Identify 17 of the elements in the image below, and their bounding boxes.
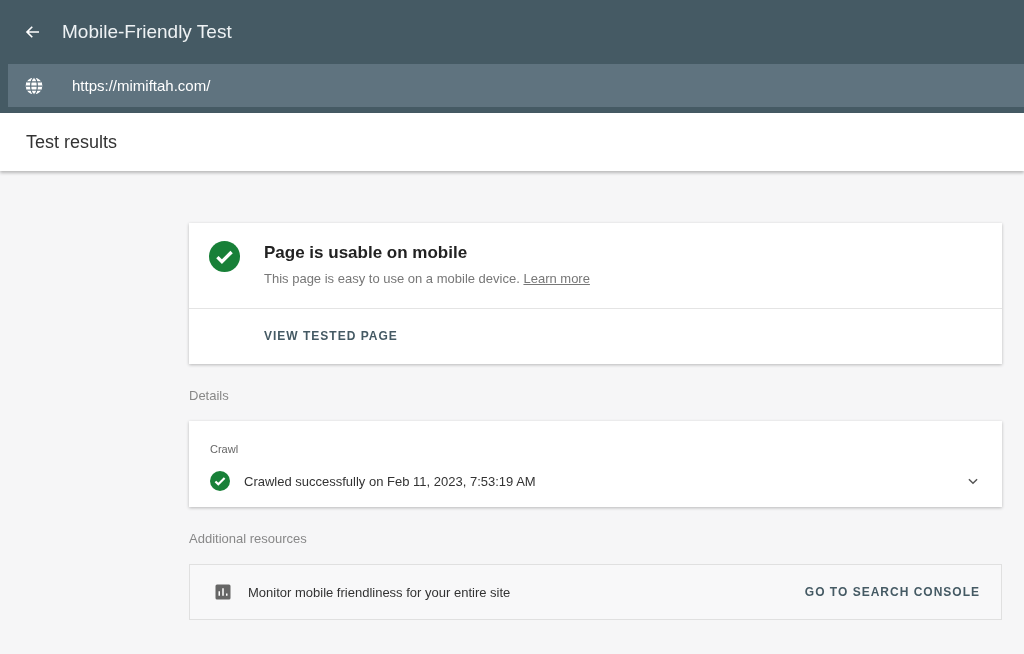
section-heading: Additional resources (189, 531, 308, 546)
globe-icon (24, 75, 44, 96)
search-console-button[interactable]: GO TO SEARCH CONSOLE (804, 577, 980, 607)
back-arrow-icon[interactable] (24, 23, 42, 41)
app-title: Mobile-Friendly Test (62, 21, 232, 43)
result-title: Page is usable on mobile (264, 243, 469, 263)
crawl-message: Crawled successfully on Feb 11, 2023, 7:53:19 AM (244, 473, 537, 489)
results-title: Test results (26, 131, 118, 153)
section-heading: Details (189, 388, 230, 403)
resource-text: Monitor mobile friendliness for your entire site (248, 584, 512, 600)
crawl-label: Crawl (210, 443, 239, 455)
view-tested-page-button[interactable]: VIEW TESTED PAGE (264, 321, 398, 351)
learn-more-link[interactable]: Learn more (523, 271, 590, 286)
url-field[interactable]: https://mimiftah.com/ (8, 64, 1024, 107)
result-description: This page is easy to use on a mobile device. Learn more (264, 271, 590, 286)
url-text: https://mimiftah.com/ (72, 77, 211, 94)
bar-chart-icon (214, 583, 232, 601)
